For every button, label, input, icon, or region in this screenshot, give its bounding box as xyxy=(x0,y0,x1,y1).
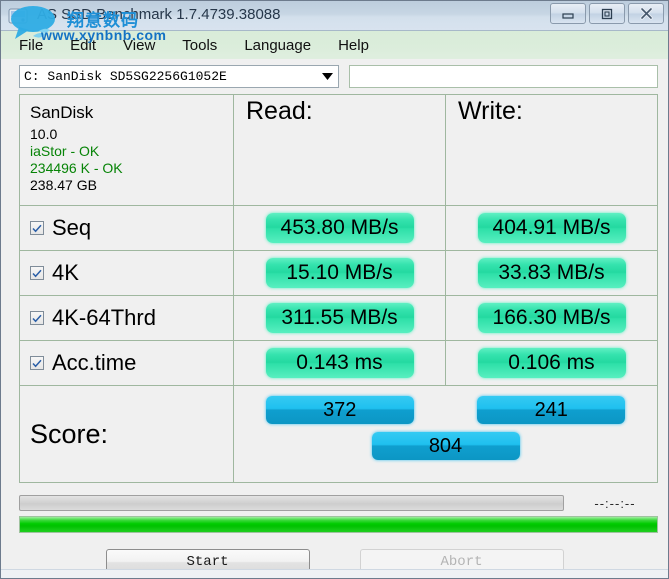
checkbox-seq[interactable] xyxy=(30,221,44,235)
drive-info-capacity: 238.47 GB xyxy=(30,177,97,193)
grid-header-row: SanDisk 10.0 iaStor - OK 234496 K - OK 2… xyxy=(20,95,657,206)
drive-info-firmware: 10.0 xyxy=(30,126,58,142)
status-bar xyxy=(1,569,668,578)
drive-select-value: C: SanDisk SD5SG2256G1052E xyxy=(24,69,227,84)
score-write-value: 241 xyxy=(477,396,626,424)
window-controls xyxy=(550,3,664,24)
drive-select[interactable]: C: SanDisk SD5SG2256G1052E xyxy=(19,65,339,88)
progress-bar-task xyxy=(19,495,564,511)
read-header-label: Read: xyxy=(246,97,313,125)
test-label-cell-4k: 4K xyxy=(20,251,234,295)
4k-read-cell: 15.10 MB/s xyxy=(234,251,446,295)
score-label-cell: Score: xyxy=(20,386,234,482)
4k-read-value: 15.10 MB/s xyxy=(265,258,414,288)
test-label-cell-4k-64thrd: 4K-64Thrd xyxy=(20,296,234,340)
4k-64thrd-write-cell: 166.30 MB/s xyxy=(446,296,657,340)
acc-time-read-value: 0.143 ms xyxy=(265,348,414,378)
menu-item-view[interactable]: View xyxy=(123,37,155,54)
close-button[interactable] xyxy=(628,3,664,24)
drive-info-driver: iaStor - OK xyxy=(30,143,100,159)
menu-bar: File Edit View Tools Language Help xyxy=(1,31,668,59)
maximize-button[interactable] xyxy=(589,3,625,24)
4k-write-cell: 33.83 MB/s xyxy=(446,251,657,295)
window-title: AS SSD Benchmark 1.7.4739.38088 xyxy=(37,6,281,23)
seq-write-value: 404.91 MB/s xyxy=(477,213,626,243)
copy-benchmark-input[interactable] xyxy=(349,65,658,88)
toolbar: C: SanDisk SD5SG2256G1052E xyxy=(1,59,668,92)
acc-time-read-cell: 0.143 ms xyxy=(234,341,446,385)
checkbox-4k[interactable] xyxy=(30,266,44,280)
score-total-value: 804 xyxy=(371,432,520,460)
minimize-button[interactable] xyxy=(550,3,586,24)
seq-read-value: 453.80 MB/s xyxy=(265,213,414,243)
score-row: Score: 372 241 804 xyxy=(20,386,657,482)
write-column-header: Write: xyxy=(446,95,657,205)
score-read-value: 372 xyxy=(265,396,414,424)
drive-info-panel: SanDisk 10.0 iaStor - OK 234496 K - OK 2… xyxy=(20,95,234,205)
menu-item-help[interactable]: Help xyxy=(338,37,369,54)
menu-item-edit[interactable]: Edit xyxy=(70,37,96,54)
4k-write-value: 33.83 MB/s xyxy=(477,258,626,288)
test-name-4k-64thrd: 4K-64Thrd xyxy=(52,305,156,330)
drive-info-name: SanDisk xyxy=(30,103,94,122)
progress-bar-overall xyxy=(19,516,658,533)
drive-info-alignment: 234496 K - OK xyxy=(30,160,123,176)
progress-row: --:--:-- xyxy=(19,495,658,511)
checkbox-4k-64thrd[interactable] xyxy=(30,311,44,325)
test-name-seq: Seq xyxy=(52,215,92,240)
seq-read-cell: 453.80 MB/s xyxy=(234,206,446,250)
test-label-cell-seq: Seq xyxy=(20,206,234,250)
as-ssd-benchmark-window: AS SSD Benchmark 1.7.4739.38088 File Edi… xyxy=(0,0,669,579)
menu-item-file[interactable]: File xyxy=(19,37,43,54)
test-label-cell-acc-time: Acc.time xyxy=(20,341,234,385)
read-column-header: Read: xyxy=(234,95,446,205)
test-row-seq: Seq 453.80 MB/s 404.91 MB/s xyxy=(20,206,657,251)
acc-time-write-cell: 0.106 ms xyxy=(446,341,657,385)
score-values-area: 372 241 804 xyxy=(234,386,657,482)
test-row-4k-64thrd: 4K-64Thrd 311.55 MB/s 166.30 MB/s xyxy=(20,296,657,341)
title-bar[interactable]: AS SSD Benchmark 1.7.4739.38088 xyxy=(1,1,668,31)
acc-time-write-value: 0.106 ms xyxy=(477,348,626,378)
progress-bar-overall-fill xyxy=(20,517,657,532)
elapsed-timer: --:--:-- xyxy=(594,495,636,511)
4k-64thrd-read-value: 311.55 MB/s xyxy=(265,303,414,333)
menu-item-language[interactable]: Language xyxy=(244,37,311,54)
test-row-4k: 4K 15.10 MB/s 33.83 MB/s xyxy=(20,251,657,296)
app-icon xyxy=(7,5,29,27)
4k-64thrd-write-value: 166.30 MB/s xyxy=(477,303,626,333)
write-header-label: Write: xyxy=(458,97,523,125)
menu-item-tools[interactable]: Tools xyxy=(182,37,217,54)
score-bottom-row: 804 xyxy=(234,424,657,460)
test-name-4k: 4K xyxy=(52,260,79,285)
chevron-down-icon xyxy=(321,66,334,87)
results-grid: SanDisk 10.0 iaStor - OK 234496 K - OK 2… xyxy=(19,94,658,483)
checkbox-acc-time[interactable] xyxy=(30,356,44,370)
seq-write-cell: 404.91 MB/s xyxy=(446,206,657,250)
test-row-acc-time: Acc.time 0.143 ms 0.106 ms xyxy=(20,341,657,386)
score-label: Score: xyxy=(30,418,109,449)
test-name-acc-time: Acc.time xyxy=(52,350,137,375)
score-top-row: 372 241 xyxy=(234,386,657,424)
4k-64thrd-read-cell: 311.55 MB/s xyxy=(234,296,446,340)
